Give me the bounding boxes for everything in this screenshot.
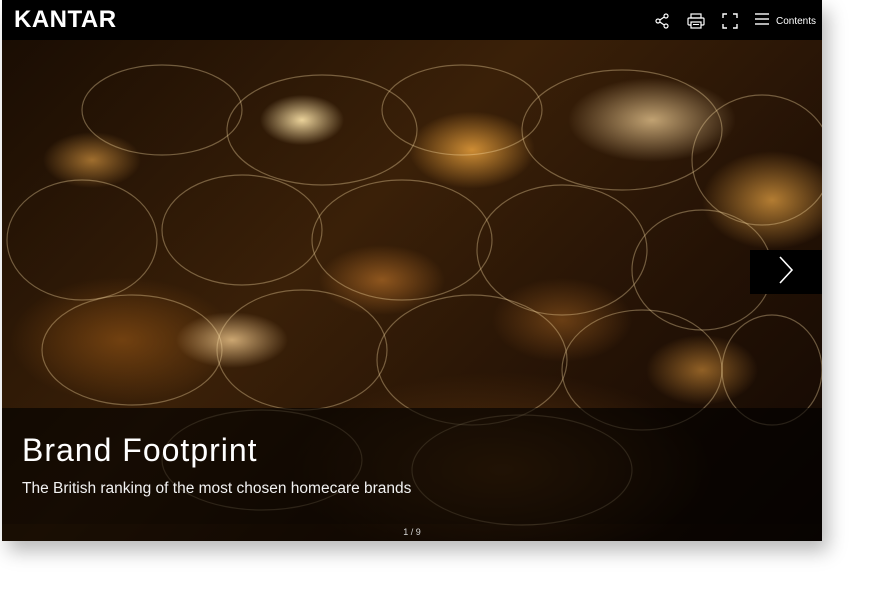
top-bar: KANTAR Contents (2, 0, 822, 40)
contents-label: Contents (775, 15, 816, 27)
menu-icon (754, 12, 770, 31)
kantar-logo: KANTAR (14, 6, 117, 33)
slide-caption: Brand Footprint The British ranking of t… (2, 408, 822, 524)
toolbar: Contents (652, 10, 816, 32)
slide-pager: 1 / 9 (2, 524, 822, 541)
slide-subtitle: The British ranking of the most chosen h… (22, 480, 412, 497)
fullscreen-icon[interactable] (720, 11, 740, 31)
chevron-right-icon (777, 255, 795, 290)
share-icon[interactable] (652, 11, 672, 31)
contents-button[interactable]: Contents (754, 12, 816, 31)
print-icon[interactable] (686, 11, 706, 31)
next-slide-button[interactable] (750, 250, 822, 294)
slide-viewer: KANTAR Contents Brand Footprint The Brit… (2, 0, 822, 541)
slide-title: Brand Footprint (22, 432, 258, 468)
